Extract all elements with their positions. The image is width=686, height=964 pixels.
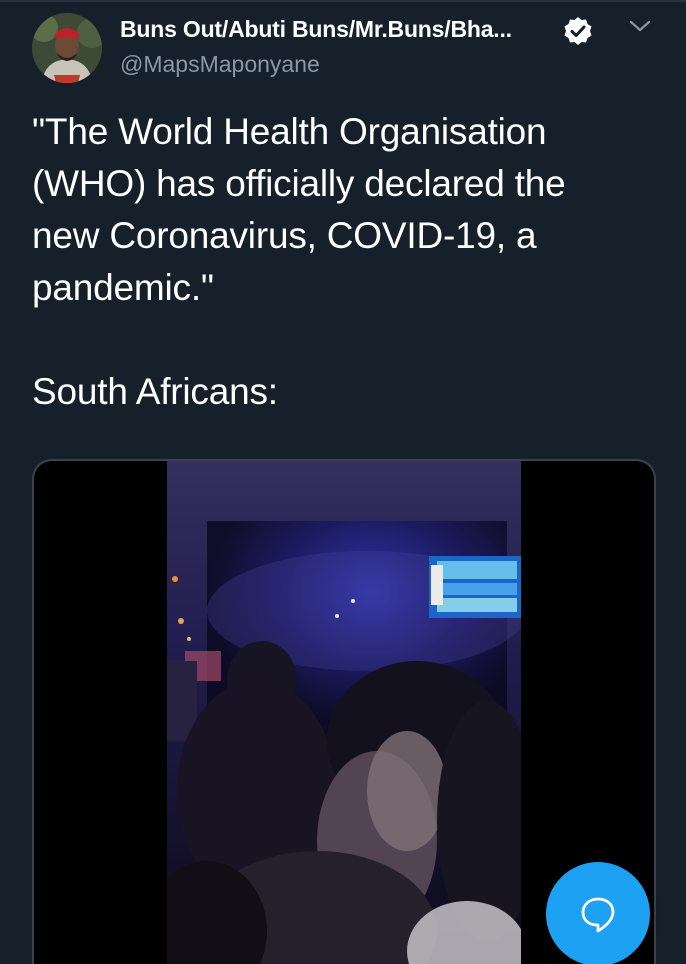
tweet-text-line: (WHO) has officially declared the bbox=[32, 163, 566, 204]
author-handle[interactable]: @MapsMaponyane bbox=[120, 51, 320, 78]
video-frame[interactable] bbox=[167, 461, 521, 964]
avatar[interactable] bbox=[32, 13, 102, 83]
author-name[interactable]: Buns Out/Abuti Buns/Mr.Buns/Bha... bbox=[120, 16, 512, 43]
verified-badge-icon bbox=[564, 17, 592, 45]
tweet-text-line: new Coronavirus, COVID-19, a bbox=[32, 215, 537, 256]
chat-bubble-icon bbox=[581, 897, 615, 933]
tweet-text: "The World Health Organisation (WHO) has… bbox=[32, 106, 662, 418]
tweet-text-line: pandemic." bbox=[32, 267, 214, 308]
compose-reply-button[interactable] bbox=[546, 862, 650, 964]
tweet-text-reply: South Africans: bbox=[32, 371, 278, 412]
chevron-down-icon[interactable] bbox=[628, 16, 652, 36]
top-divider bbox=[0, 0, 686, 2]
tweet-text-line: "The World Health Organisation bbox=[32, 111, 547, 152]
tweet-screen: Buns Out/Abuti Buns/Mr.Buns/Bha... @Maps… bbox=[0, 0, 686, 964]
